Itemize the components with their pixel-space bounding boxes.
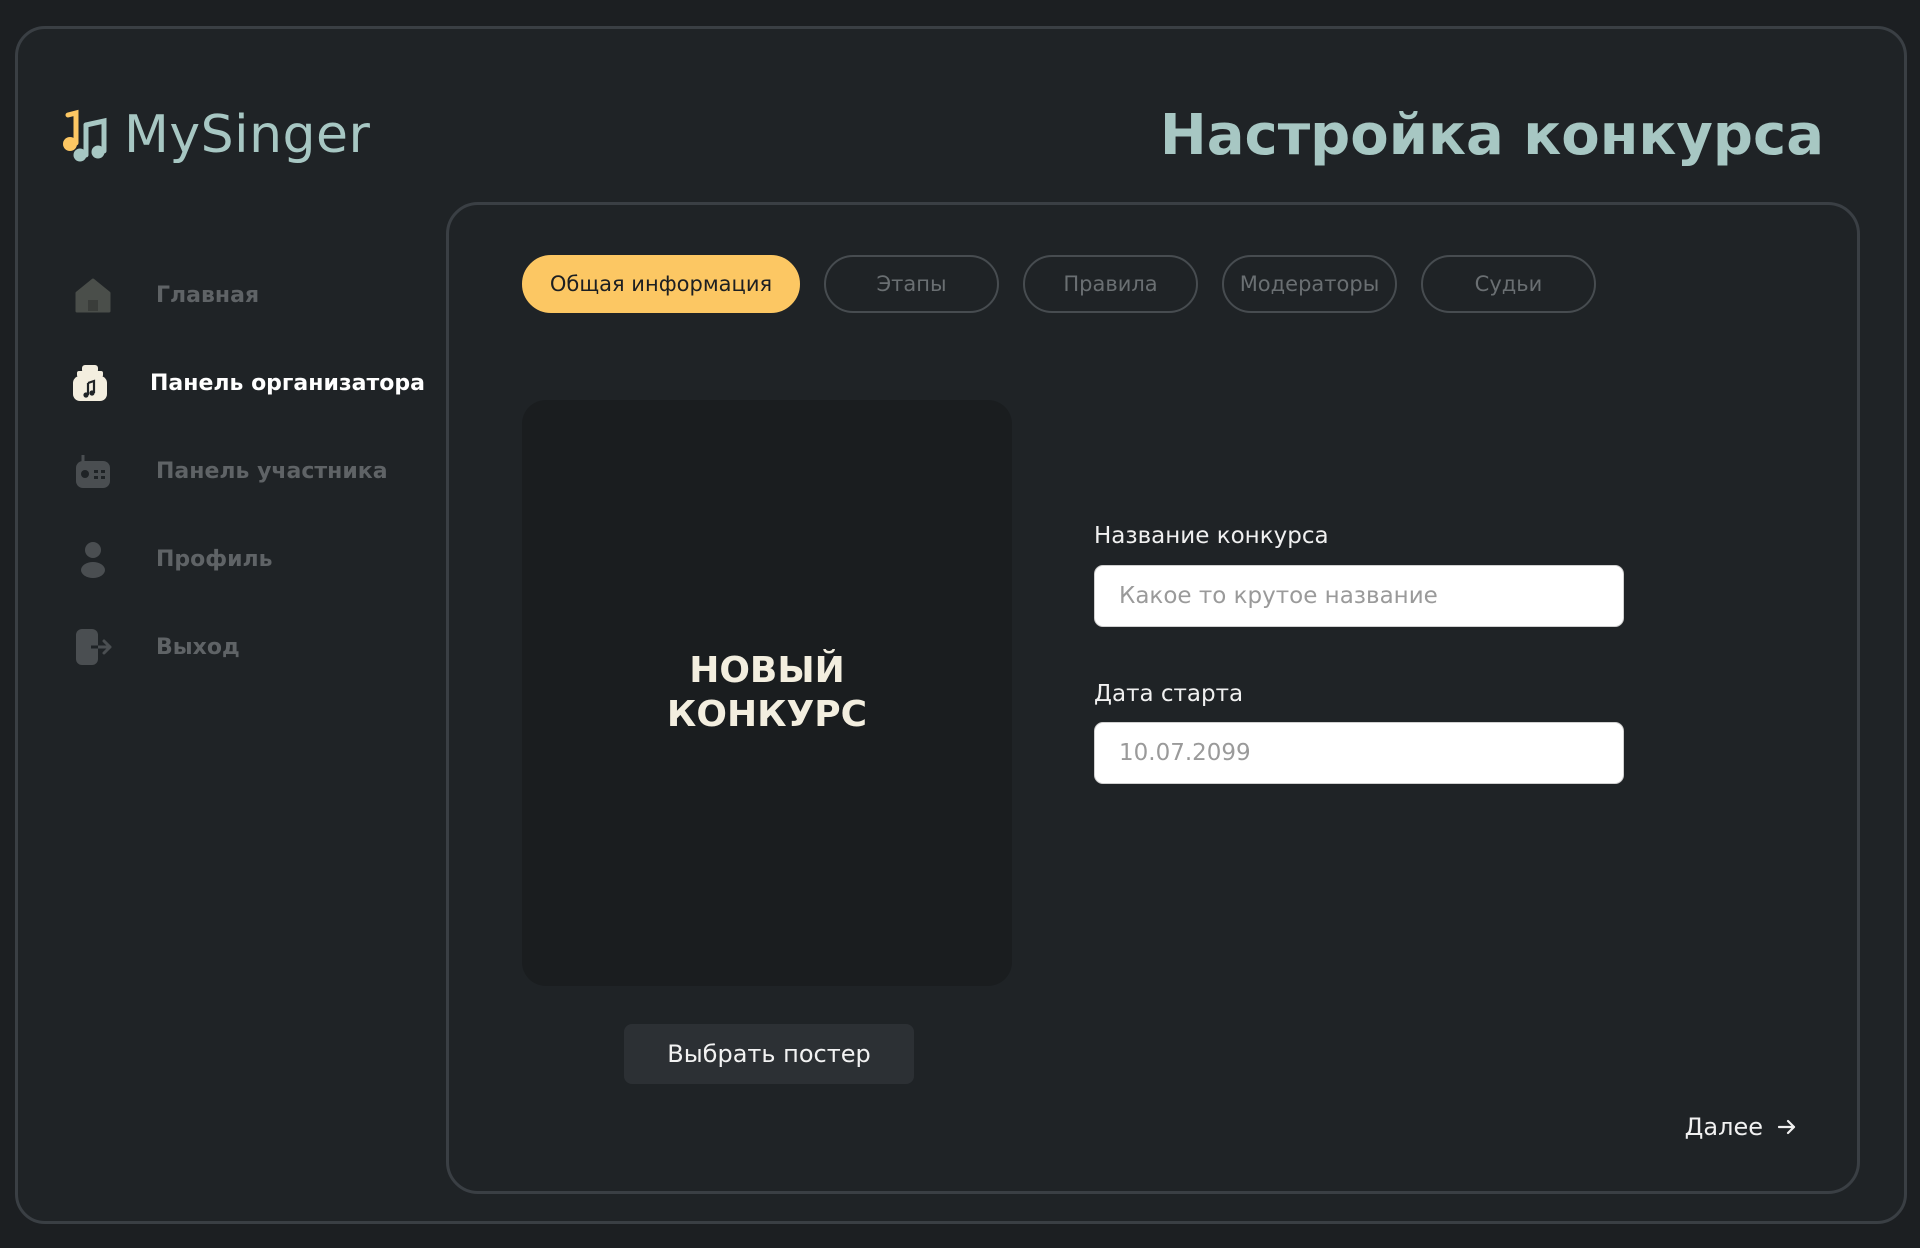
- music-note-icon: [63, 109, 107, 162]
- arrow-right-icon: [1777, 1119, 1796, 1135]
- contest-name-label: Название конкурса: [1094, 523, 1329, 549]
- poster-preview: НОВЫЙ КОНКУРС: [522, 400, 1012, 986]
- page-title: Настройка конкурса: [1159, 103, 1824, 168]
- contest-name-input[interactable]: [1094, 565, 1624, 627]
- sidebar-item-label: Выход: [156, 634, 240, 660]
- radio-icon: [70, 448, 116, 494]
- sidebar-item-organizer-panel[interactable]: Панель организатора: [70, 339, 425, 427]
- tab-stages[interactable]: Этапы: [824, 255, 999, 313]
- user-icon: [70, 536, 116, 582]
- sidebar-item-label: Панель участника: [156, 458, 388, 484]
- app-window: MySinger Настройка конкурса Главная Пане…: [15, 26, 1907, 1224]
- sidebar-item-participant-panel[interactable]: Панель участника: [70, 427, 410, 515]
- tab-general-info[interactable]: Общая информация: [522, 255, 800, 313]
- next-button[interactable]: Далее: [1685, 1113, 1797, 1141]
- sidebar-item-logout[interactable]: Выход: [70, 603, 410, 691]
- tab-moderators[interactable]: Модераторы: [1222, 255, 1397, 313]
- start-date-input[interactable]: [1094, 722, 1624, 784]
- sidebar-item-label: Панель организатора: [150, 370, 425, 396]
- sidebar-item-home[interactable]: Главная: [70, 251, 410, 339]
- settings-tabs: Общая информация Этапы Правила Модератор…: [522, 255, 1596, 313]
- choose-poster-button[interactable]: Выбрать постер: [624, 1024, 914, 1084]
- app-logo[interactable]: MySinger: [58, 107, 370, 163]
- organizer-panel-icon: [70, 360, 110, 406]
- sidebar-item-label: Профиль: [156, 546, 273, 572]
- next-label: Далее: [1684, 1113, 1763, 1141]
- start-date-label: Дата старта: [1094, 681, 1244, 707]
- app-name: MySinger: [124, 105, 371, 165]
- sidebar: Главная Панель организатора Панель участ…: [70, 251, 425, 691]
- poster-title: НОВЫЙ КОНКУРС: [666, 650, 868, 735]
- home-icon: [70, 272, 116, 318]
- tab-judges[interactable]: Судьи: [1421, 255, 1596, 313]
- sidebar-item-profile[interactable]: Профиль: [70, 515, 410, 603]
- logout-icon: [70, 624, 116, 670]
- sidebar-item-label: Главная: [156, 282, 260, 308]
- contest-settings-panel: Общая информация Этапы Правила Модератор…: [446, 202, 1860, 1194]
- tab-rules[interactable]: Правила: [1023, 255, 1198, 313]
